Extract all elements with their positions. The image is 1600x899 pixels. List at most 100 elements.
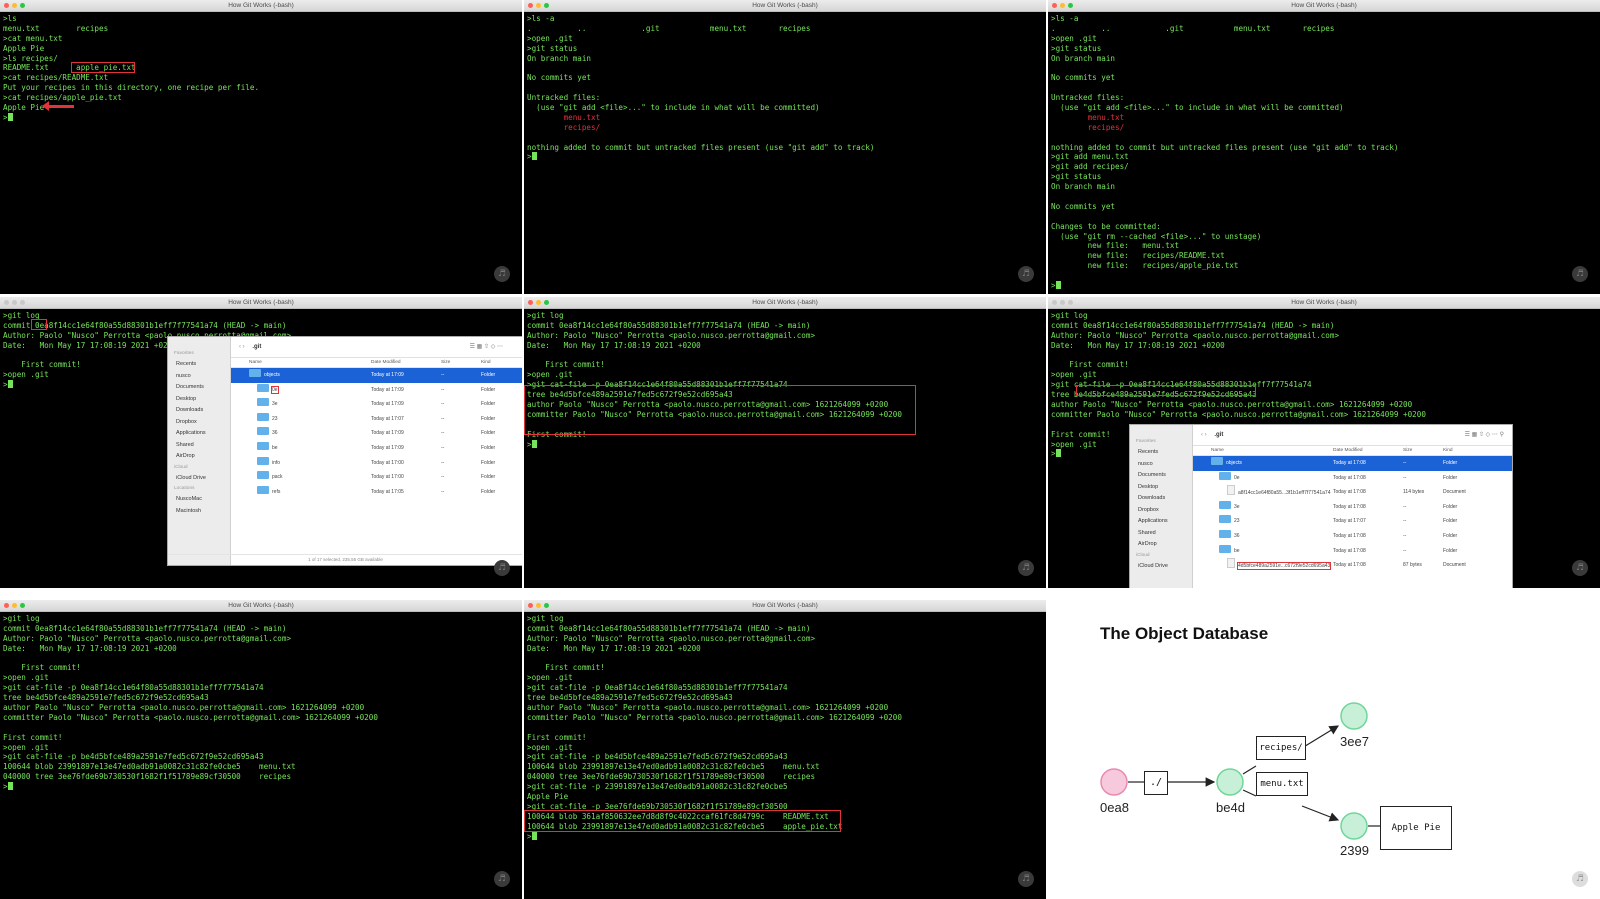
finder-row[interactable]: 3e Today at 17:08 -- Folder bbox=[1193, 500, 1512, 515]
column-header[interactable]: Size bbox=[441, 358, 450, 367]
terminal-line: (use "git rm --cached <file>..." to unst… bbox=[1051, 231, 1262, 241]
terminal-output[interactable]: >ls -a. .. .git menu.txt recipes >open .g… bbox=[1048, 12, 1600, 293]
terminal-window-3: How Git Works (-bash) >ls -a. .. .git me… bbox=[1048, 0, 1600, 294]
sidebar-item[interactable]: Desktop bbox=[168, 394, 230, 406]
sidebar-item[interactable]: Shared bbox=[1130, 528, 1192, 540]
file-size: -- bbox=[441, 372, 445, 378]
terminal-output[interactable]: >ls -a. .. .git menu.txt recipes >open .g… bbox=[524, 12, 1046, 164]
file-name-text: 3e bbox=[272, 401, 278, 408]
window-title: How Git Works (-bash) bbox=[228, 602, 294, 609]
column-header[interactable]: Name bbox=[1211, 446, 1224, 455]
terminal-line: Author: Paolo "Nusco" Perrotta <paolo.nu… bbox=[3, 633, 292, 643]
terminal-line: >git log bbox=[1051, 311, 1088, 320]
finder-sidebar: Favorites Recents nusco Documents Desktop Dow… bbox=[1130, 425, 1193, 588]
finder-row[interactable]: 0e Today at 17:09 -- Folder bbox=[231, 383, 522, 398]
finder-row[interactable]: 23 Today at 17:07 -- Folder bbox=[231, 412, 522, 427]
back-icon[interactable]: ‹ › bbox=[1201, 432, 1207, 438]
sidebar-item[interactable]: NuscoMac bbox=[168, 494, 230, 506]
column-header[interactable]: Kind bbox=[481, 358, 491, 367]
terminal-output[interactable]: >git log commit 0ea8f14cc1e64f80a55d88301… bbox=[0, 612, 522, 794]
finder-row[interactable]: info Today at 17:00 -- Folder bbox=[231, 456, 522, 471]
terminal-line: Author: Paolo "Nusco" Perrotta <paolo.nu… bbox=[527, 633, 816, 643]
finder-row[interactable]: pack Today at 17:00 -- Folder bbox=[231, 470, 522, 485]
column-header[interactable]: Name bbox=[249, 358, 262, 367]
edge-tree-recipes-b bbox=[1301, 725, 1340, 749]
file-size: -- bbox=[441, 444, 445, 451]
sidebar-item[interactable]: iCloud Drive bbox=[168, 473, 230, 485]
terminal-line: On branch main bbox=[1051, 182, 1116, 192]
sidebar-item[interactable]: Downloads bbox=[168, 405, 230, 417]
finder-row[interactable]: 0e Today at 17:08 -- Folder bbox=[1193, 471, 1512, 486]
terminal-line: > bbox=[1051, 281, 1597, 291]
sidebar-item[interactable]: Downloads bbox=[1130, 493, 1192, 505]
toolbar-icons[interactable]: ☰ ▦ ⇧ ◇ ⋯ bbox=[470, 337, 503, 357]
sidebar-item[interactable]: iCloud Drive bbox=[1130, 561, 1192, 573]
terminal-line: recipes/ bbox=[1051, 122, 1125, 132]
terminal-line: Date: Mon May 17 17:08:19 2021 +0200 bbox=[3, 643, 177, 653]
file-date: Today at 17:09 bbox=[371, 444, 404, 451]
file-kind: Folder bbox=[481, 415, 496, 422]
sidebar-item[interactable]: Recents bbox=[168, 359, 230, 371]
sidebar-item[interactable]: Dropbox bbox=[1130, 505, 1192, 517]
sidebar-item[interactable]: Documents bbox=[1130, 470, 1192, 482]
terminal-line: Date: Mon May 17 17:08:19 2021 +0200 bbox=[527, 340, 701, 350]
sidebar-item[interactable]: Desktop bbox=[1130, 482, 1192, 494]
terminal-output[interactable]: >git log commit 0ea8f14cc1e64f80a55d88301… bbox=[524, 309, 1046, 451]
file-size: -- bbox=[441, 401, 445, 408]
finder-row[interactable]: 3e Today at 17:09 -- Folder bbox=[231, 397, 522, 412]
sidebar-item[interactable]: Documents bbox=[168, 382, 230, 394]
finder-row[interactable]: a8f14cc1e64f80a55...3f1b1eff7f77541a74 To… bbox=[1193, 485, 1512, 500]
finder-toolbar: ‹ › .git ☰ ▦ ⇧ ◇ ⋯ ⚲ bbox=[1193, 425, 1512, 446]
finder-row[interactable]: objects Today at 17:08 -- Folder bbox=[1193, 456, 1512, 471]
cursor-icon bbox=[7, 380, 13, 389]
finder-row[interactable]: be Today at 17:08 -- Folder bbox=[1193, 544, 1512, 559]
terminal-output[interactable]: >git log commit 0ea8f14cc1e64f80a55d88301… bbox=[524, 612, 1046, 843]
folder-icon bbox=[257, 412, 269, 421]
column-header[interactable]: Size bbox=[1403, 446, 1412, 455]
finder-row[interactable]: 36 Today at 17:09 -- Folder bbox=[231, 426, 522, 441]
column-header[interactable]: Date Modified bbox=[1333, 446, 1363, 455]
sidebar-item[interactable]: Applications bbox=[168, 428, 230, 440]
file-kind: Folder bbox=[481, 474, 496, 481]
sidebar-item[interactable]: nusco bbox=[168, 371, 230, 383]
sidebar-item[interactable]: Applications bbox=[1130, 516, 1192, 528]
finder-row[interactable]: 4d5bfce489a2591e...c672f9e52cd695a43 Toda… bbox=[1193, 558, 1512, 573]
speaker-icon: ♬ bbox=[1572, 871, 1588, 887]
file-name: pack bbox=[257, 470, 283, 485]
sidebar-item[interactable]: Recents bbox=[1130, 447, 1192, 459]
sidebar-item[interactable]: Dropbox bbox=[168, 417, 230, 429]
sidebar-item[interactable]: Shared bbox=[168, 440, 230, 452]
sidebar-item[interactable]: AirDrop bbox=[168, 451, 230, 463]
sidebar-item[interactable]: Macintosh bbox=[168, 506, 230, 518]
finder-row[interactable]: 23 Today at 17:07 -- Folder bbox=[1193, 514, 1512, 529]
file-name: objects bbox=[1211, 456, 1242, 471]
column-header[interactable]: Date Modified bbox=[371, 358, 401, 367]
file-name: info bbox=[257, 456, 280, 471]
file-date: Today at 17:05 bbox=[371, 488, 404, 495]
speaker-icon: ♬ bbox=[1572, 266, 1588, 282]
column-header[interactable]: Kind bbox=[1443, 446, 1453, 455]
sidebar-item[interactable]: AirDrop bbox=[1130, 539, 1192, 551]
file-size: -- bbox=[441, 386, 445, 393]
sidebar-item[interactable]: nusco bbox=[1130, 459, 1192, 471]
back-icon[interactable]: ‹ › bbox=[239, 344, 245, 350]
terminal-line: new file: recipes/README.txt bbox=[1051, 251, 1225, 261]
terminal-line: Apple Pie bbox=[3, 103, 45, 113]
terminal-output[interactable]: >ls menu.txt recipes >cat menu.txt Apple Pi… bbox=[0, 12, 522, 125]
file-name-text: objects bbox=[264, 372, 280, 378]
cursor-icon bbox=[531, 152, 537, 161]
folder-icon bbox=[1219, 471, 1231, 480]
file-size: -- bbox=[1403, 518, 1407, 525]
file-name: be bbox=[1219, 544, 1240, 559]
terminal-line: Author: Paolo "Nusco" Perrotta <paolo.nu… bbox=[1051, 330, 1340, 340]
finder-row[interactable]: be Today at 17:09 -- Folder bbox=[231, 441, 522, 456]
terminal-line: 100644 blob 23991897e13e47ed0adb91a0082c… bbox=[527, 762, 820, 772]
cursor-icon bbox=[1055, 281, 1061, 290]
file-kind: Folder bbox=[481, 488, 496, 495]
finder-row[interactable]: refs Today at 17:05 -- Folder bbox=[231, 485, 522, 500]
finder-row[interactable]: 36 Today at 17:08 -- Folder bbox=[1193, 529, 1512, 544]
finder-row[interactable]: objects Today at 17:09 -- Folder bbox=[231, 368, 522, 383]
toolbar-icons[interactable]: ☰ ▦ ⇧ ◇ ⋯ ⚲ bbox=[1465, 425, 1504, 445]
file-date: Today at 17:09 bbox=[371, 372, 404, 378]
